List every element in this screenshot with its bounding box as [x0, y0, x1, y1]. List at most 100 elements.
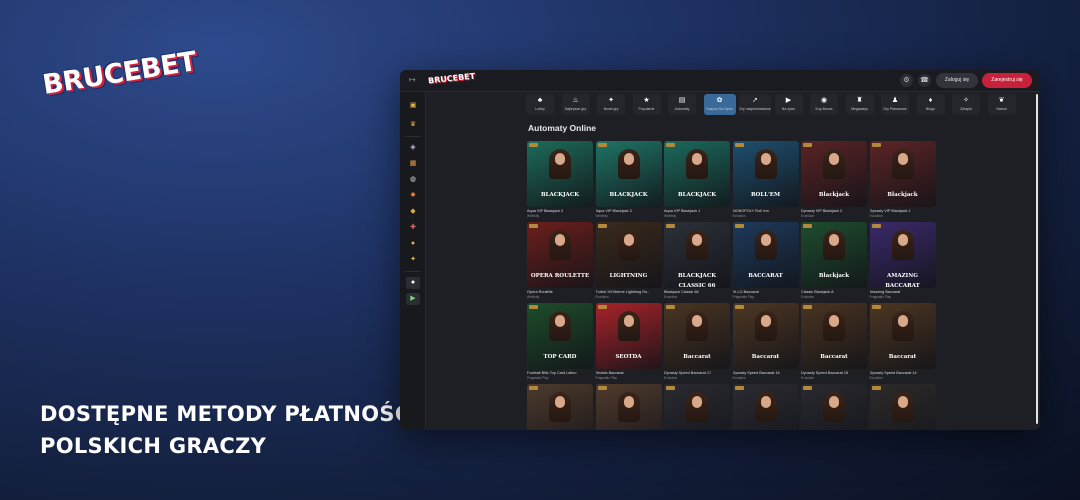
sidebar: ▣ ♛ ◈ ▦ ◍ ✸ ◆ ✚ ● ✦ ● ▶	[400, 92, 426, 430]
game-title[interactable]: Opera Roulette	[527, 290, 593, 294]
game-tile[interactable]: Baccarat	[664, 303, 730, 369]
collapse-sidebar-icon[interactable]: ↦	[409, 75, 416, 84]
game-title[interactable]: Seotda Baccarat	[596, 371, 662, 375]
game-tile[interactable]	[801, 384, 867, 430]
game-tile[interactable]: OPERA ROULETTE	[527, 222, 593, 288]
section-title: Automaty Online	[528, 123, 597, 133]
game-banner: BLACKJACK	[678, 192, 716, 198]
game-tile[interactable]: Blackjack	[801, 141, 867, 207]
game-title[interactable]: Dynasty Speed Baccarat 16	[733, 371, 799, 375]
game-banner: Blackjack	[818, 192, 850, 198]
game-provider: Evolution	[801, 376, 815, 380]
game-provider: Evolution	[664, 295, 678, 299]
register-button[interactable]: Zarejestruj się	[982, 73, 1032, 88]
game-title[interactable]: Turbot XXXtreme Lightning Ro...	[596, 290, 662, 294]
chip-icon[interactable]: ◆	[406, 206, 420, 218]
game-title[interactable]: Classic Blackjack A	[801, 290, 867, 294]
category-tab[interactable]: ♣ Lobby	[526, 94, 554, 115]
category-label: Zdrapki	[960, 107, 972, 111]
category-icon: ➚	[752, 97, 758, 104]
category-tab[interactable]: ❦ Owoce	[987, 94, 1016, 115]
game-title[interactable]: Dynasty Speed Baccarat 15	[801, 371, 867, 375]
category-tab[interactable]: ▤ Automaty	[668, 94, 696, 115]
game-provider: Evolution	[732, 376, 746, 380]
game-tile[interactable]: SEOTDA	[595, 303, 662, 369]
game-tile[interactable]: Baccarat	[732, 303, 799, 369]
game-tile[interactable]	[527, 384, 593, 430]
apple-icon[interactable]: ●	[406, 277, 420, 289]
game-tile[interactable]	[869, 384, 936, 430]
category-tab[interactable]: ♟ Gry Planszowe	[881, 94, 909, 115]
category-icon: ♨	[572, 97, 579, 104]
category-icon: ▶	[785, 97, 792, 104]
game-title[interactable]: Dynasty Speed Baccarat 17	[664, 371, 730, 375]
game-title[interactable]: Blackjack Classic 66	[664, 290, 730, 294]
game-title[interactable]: Dynasty VIP Blackjack 2	[801, 209, 867, 213]
game-tile[interactable]: Blackjack	[801, 222, 867, 288]
game-banner: AMAZING BACCARAT	[885, 273, 920, 288]
category-tab[interactable]: ◉ Kup Bonus	[810, 94, 838, 115]
category-tab[interactable]: ♦ Bingo	[916, 94, 945, 115]
game-title[interactable]: Aqua VIP Blackjack 1	[664, 209, 730, 213]
game-title[interactable]: Amazing Baccarat	[870, 290, 936, 294]
game-title[interactable]: Aqua VIP Blackjack 2	[527, 209, 593, 213]
category-tab[interactable]: ★ Popularne	[632, 94, 661, 115]
game-tile[interactable]: AMAZING BACCARAT	[869, 222, 936, 288]
game-tile[interactable]: Baccarat	[869, 303, 936, 369]
game-title[interactable]: Football Blitz Top Card Latino	[527, 371, 593, 375]
game-banner: BLACKJACK CLASSIC 66	[678, 273, 716, 288]
settings-icon[interactable]: ⚙	[900, 74, 913, 87]
dealer-face	[555, 153, 565, 165]
category-tab[interactable]: ✿ Kasyno Na Żywo	[703, 94, 736, 115]
live-badge	[666, 305, 675, 309]
game-tile[interactable]	[664, 384, 730, 430]
dealer-face	[829, 396, 839, 408]
category-icon: ★	[643, 97, 650, 104]
game-banner: Blackjack	[887, 192, 918, 198]
header-logo[interactable]: BRUCEBET	[428, 72, 476, 86]
game-icon[interactable]: ✚	[406, 222, 420, 234]
game-tile[interactable]: BLACKJACK	[527, 141, 593, 207]
dice-icon[interactable]: ◈	[406, 142, 420, 154]
support-icon[interactable]: ☎	[918, 74, 931, 87]
category-tab[interactable]: ▶ Na żywo	[774, 94, 803, 115]
game-tile[interactable]: ROLL'EM	[732, 141, 799, 207]
category-icon: ♦	[928, 97, 933, 104]
game-tile[interactable]: BLACKJACK	[595, 141, 662, 207]
android-icon[interactable]: ▶	[406, 293, 420, 305]
game-title[interactable]: MONOPOLY Roll 'em	[733, 209, 799, 213]
category-tab[interactable]: ✦ Nowe gry	[597, 94, 625, 115]
game-tile[interactable]: Baccarat	[801, 303, 867, 369]
game-tile[interactable]: BLACKJACK CLASSIC 66	[664, 222, 730, 288]
game-tile[interactable]	[595, 384, 662, 430]
category-tab[interactable]: ♜ Megaways	[845, 94, 874, 115]
category-label: Gry natychmiastowe	[739, 107, 771, 111]
live-badge	[803, 305, 812, 309]
game-tile[interactable]: BACCARAT	[732, 222, 799, 288]
dealer-face	[760, 315, 771, 327]
game-provider: Winfinity	[664, 214, 677, 218]
game-tile[interactable]: TOP CARD	[527, 303, 593, 369]
bonus-icon[interactable]: ✦	[406, 254, 420, 266]
category-label: Kup Bonus	[815, 107, 833, 111]
cards-icon[interactable]: ▦	[406, 158, 420, 170]
category-tab[interactable]: ♨ Najlepsze gry	[561, 94, 590, 115]
game-title[interactable]: HI-LO Baccarat	[733, 290, 799, 294]
category-tab[interactable]: ✧ Zdrapki	[952, 94, 980, 115]
login-button[interactable]: Zaloguj się	[936, 73, 978, 88]
game-tile[interactable]: LIGHTNING	[595, 222, 662, 288]
ball-icon[interactable]: ◍	[406, 174, 420, 186]
gift-icon[interactable]: ▣	[406, 100, 420, 112]
game-tile[interactable]: BLACKJACK	[664, 141, 730, 207]
game-tile[interactable]: Blackjack	[869, 141, 936, 207]
game-title[interactable]: Dynasty Speed Baccarat 14	[870, 371, 936, 375]
trophy-icon[interactable]: ♛	[406, 119, 420, 131]
game-title[interactable]: Aqua VIP Blackjack 3	[596, 209, 662, 213]
dealer-face	[897, 315, 908, 327]
scrollbar[interactable]	[1036, 94, 1038, 424]
category-tab[interactable]: ➚ Gry natychmiastowe	[739, 94, 771, 115]
game-title[interactable]: Dynasty VIP Blackjack 1	[870, 209, 936, 213]
star-icon[interactable]: ✸	[406, 190, 420, 202]
game-tile[interactable]	[732, 384, 799, 430]
coin-icon[interactable]: ●	[406, 238, 420, 250]
